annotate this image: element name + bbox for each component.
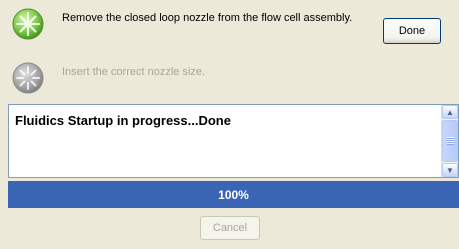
progress-label: 100% <box>218 187 249 202</box>
scroll-up-arrow-icon[interactable]: ▲ <box>442 105 458 119</box>
step-remove-nozzle: Remove the closed loop nozzle from the f… <box>0 0 459 44</box>
cancel-button[interactable]: Cancel <box>200 216 260 240</box>
step-insert-nozzle: Insert the correct nozzle size. OK <box>0 54 459 146</box>
step-instruction: Remove the closed loop nozzle from the f… <box>62 12 353 24</box>
step-instruction: Insert the correct nozzle size. <box>62 66 206 78</box>
progress-bar: 100% <box>8 181 459 208</box>
gray-gear-icon <box>12 62 44 94</box>
scrollbar-thumb[interactable] <box>442 120 458 162</box>
log-text: Fluidics Startup in progress...Done <box>15 113 231 128</box>
vertical-scrollbar[interactable]: ▲ ▼ <box>441 105 458 177</box>
scroll-down-arrow-icon[interactable]: ▼ <box>442 163 458 177</box>
green-check-gear-icon <box>12 8 44 40</box>
log-textbox[interactable]: Fluidics Startup in progress...Done ▲ ▼ <box>8 104 459 178</box>
done-button[interactable]: Done <box>383 18 441 44</box>
scrollbar-grip <box>447 137 454 145</box>
